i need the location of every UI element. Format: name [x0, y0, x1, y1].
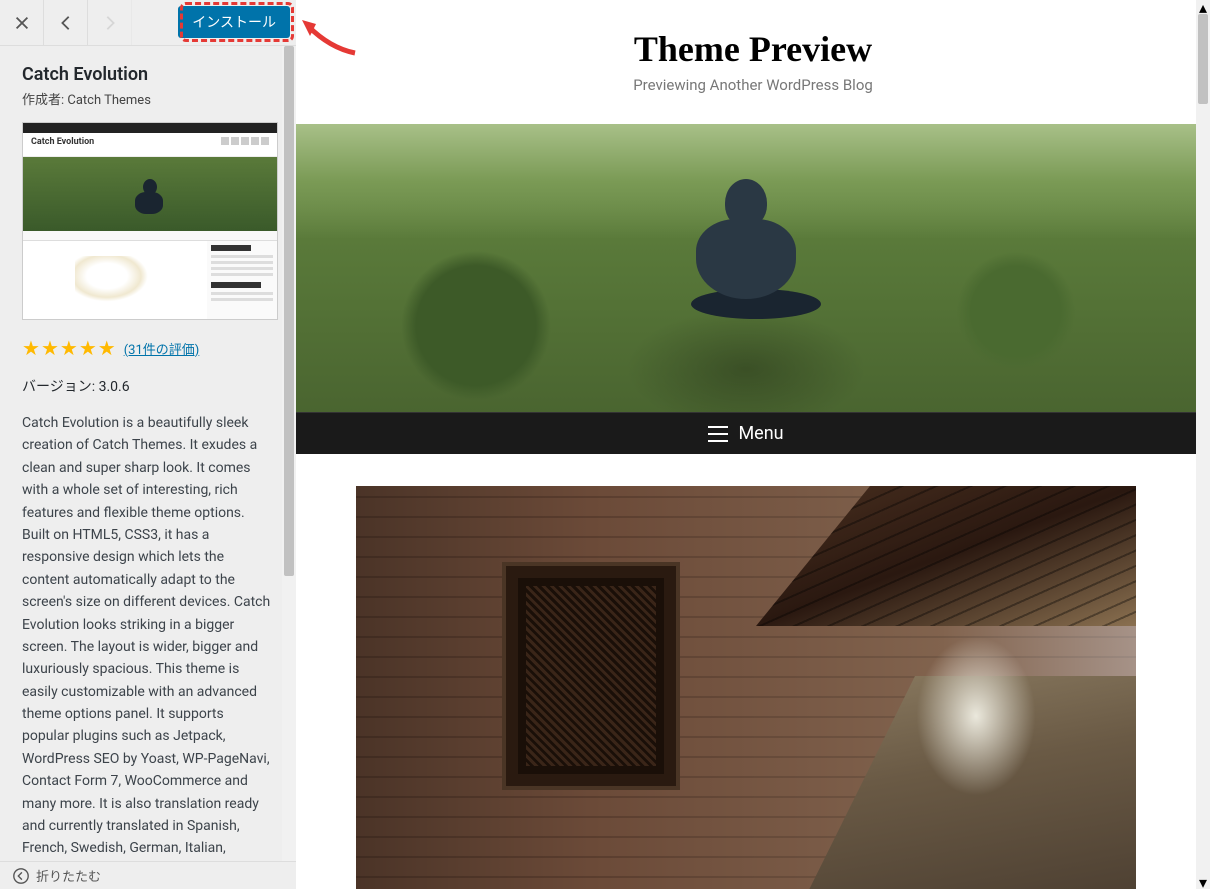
hamburger-icon: [708, 426, 728, 442]
rating-count-link[interactable]: (31件の評価): [124, 339, 200, 358]
sidebar-scrollbar[interactable]: [282, 46, 296, 861]
author-name: Catch Themes: [67, 93, 151, 108]
scrollbar-thumb[interactable]: [1198, 14, 1208, 104]
star-icon: ★: [41, 336, 59, 360]
star-icon: ★: [60, 336, 78, 360]
site-title[interactable]: Theme Preview: [296, 0, 1210, 70]
sidebar-toolbar: インストール: [0, 0, 296, 46]
site-tagline: Previewing Another WordPress Blog: [296, 76, 1210, 94]
scrollbar-thumb[interactable]: [284, 46, 294, 576]
header-image: [296, 124, 1196, 412]
hero-statue: [691, 179, 801, 329]
rating-row: ★ ★ ★ ★ ★ (31件の評価): [22, 336, 274, 360]
thumb-title: Catch Evolution: [31, 137, 94, 147]
theme-info-sidebar: インストール Catch Evolution 作成者: Catch Themes…: [0, 0, 296, 889]
collapse-label: 折りたたむ: [36, 866, 101, 885]
menu-label: Menu: [738, 423, 783, 444]
star-icon: ★: [98, 336, 116, 360]
star-icon: ★: [79, 336, 97, 360]
sidebar-content: Catch Evolution 作成者: Catch Themes Catch …: [0, 46, 296, 861]
author-prefix: 作成者:: [22, 93, 67, 108]
collapse-button[interactable]: 折りたたむ: [0, 861, 296, 889]
theme-author: 作成者: Catch Themes: [22, 89, 274, 108]
next-button[interactable]: [88, 0, 132, 46]
preview-scrollbar[interactable]: ▴ ▾: [1196, 0, 1210, 889]
star-rating: ★ ★ ★ ★ ★: [22, 336, 116, 360]
close-button[interactable]: [0, 0, 44, 46]
scroll-up-icon[interactable]: ▴: [1196, 0, 1210, 14]
scroll-down-icon[interactable]: ▾: [1196, 875, 1210, 889]
star-icon: ★: [22, 336, 40, 360]
collapse-icon: [12, 867, 30, 885]
install-button[interactable]: インストール: [178, 6, 290, 38]
theme-version: バージョン: 3.0.6: [22, 376, 274, 396]
theme-description: Catch Evolution is a beautifully sleek c…: [22, 412, 274, 861]
theme-preview-frame: ▴ ▾ Theme Preview Previewing Another Wor…: [296, 0, 1210, 889]
content-slider[interactable]: [356, 486, 1136, 889]
main-menu-toggle[interactable]: Menu: [296, 412, 1196, 454]
theme-title: Catch Evolution: [22, 64, 274, 85]
theme-screenshot: Catch Evolution: [22, 122, 278, 320]
prev-button[interactable]: [44, 0, 88, 46]
